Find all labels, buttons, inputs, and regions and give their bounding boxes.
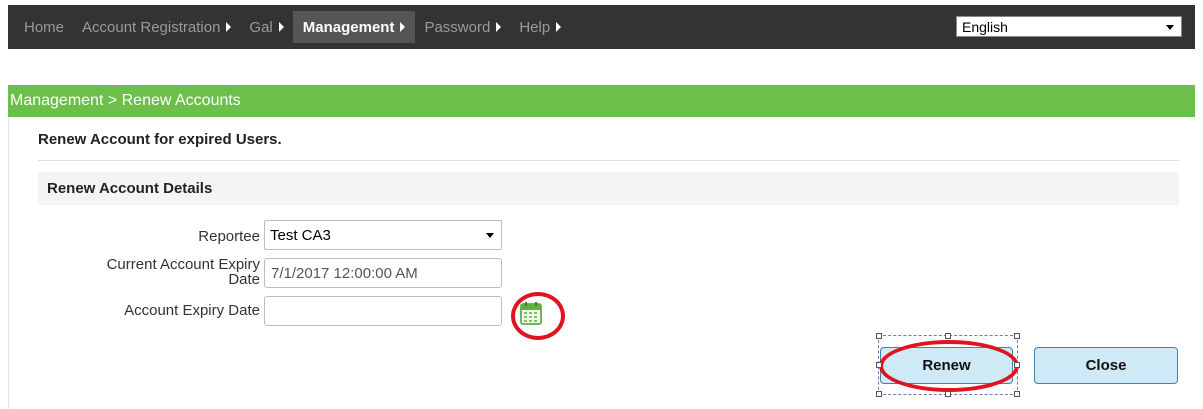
resize-handle: [1014, 362, 1020, 368]
nav-item-label: Gal: [249, 18, 273, 36]
language-select[interactable]: English: [956, 16, 1182, 37]
content-left-border: [8, 117, 9, 409]
nav-item-label: Account Registration: [82, 18, 221, 36]
section-heading: Renew Account Details: [38, 172, 1179, 205]
nav-item-password[interactable]: Password: [415, 5, 510, 49]
current-expiry-label-line1: Current Account Expiry: [106, 256, 260, 273]
expiry-date-field[interactable]: [264, 296, 502, 326]
resize-handle: [876, 362, 882, 368]
caret-down-icon: [1166, 24, 1174, 30]
resize-handle: [945, 391, 951, 397]
resize-handle: [945, 333, 951, 339]
selection-frame: [876, 333, 1020, 397]
resize-handle: [1014, 333, 1020, 339]
page-description: Renew Account for expired Users.: [38, 131, 282, 148]
reportee-label: Reportee: [198, 228, 260, 245]
nav-item-account-registration[interactable]: Account Registration: [73, 5, 240, 49]
nav-item-label: Management: [302, 18, 395, 36]
triangle-right-icon: [556, 22, 562, 32]
current-expiry-label-line2: Date: [228, 271, 260, 288]
resize-handle: [1014, 391, 1020, 397]
divider: [38, 160, 1179, 161]
nav-item-label: Password: [424, 18, 491, 36]
language-value: English: [962, 18, 1008, 35]
current-expiry-label: Current Account Expiry Date: [107, 257, 260, 287]
breadcrumb: Management > Renew Accounts: [10, 92, 241, 109]
calendar-icon[interactable]: [520, 302, 542, 325]
nav-item-home[interactable]: Home: [8, 5, 73, 49]
nav-item-gal[interactable]: Gal: [240, 5, 292, 49]
caret-down-icon: [486, 233, 494, 238]
close-button[interactable]: Close: [1034, 347, 1178, 384]
current-expiry-field[interactable]: [264, 258, 502, 288]
triangle-right-icon: [226, 22, 232, 32]
resize-handle: [876, 333, 882, 339]
resize-handle: [876, 391, 882, 397]
reportee-value: Test CA3: [270, 226, 331, 244]
expiry-date-label: Account Expiry Date: [124, 302, 260, 319]
nav-item-label: Home: [24, 18, 65, 36]
nav-item-management[interactable]: Management: [292, 11, 416, 43]
page-title-bar: Management > Renew Accounts: [8, 85, 1195, 117]
reportee-select[interactable]: Test CA3: [264, 220, 502, 250]
nav-item-label: Help: [519, 18, 551, 36]
top-nav-bar: Home Account Registration Gal Management…: [8, 5, 1195, 49]
nav-item-help[interactable]: Help: [510, 5, 570, 49]
triangle-right-icon: [400, 22, 406, 32]
section-heading-text: Renew Account Details: [47, 180, 213, 197]
triangle-right-icon: [278, 22, 284, 32]
triangle-right-icon: [496, 22, 502, 32]
